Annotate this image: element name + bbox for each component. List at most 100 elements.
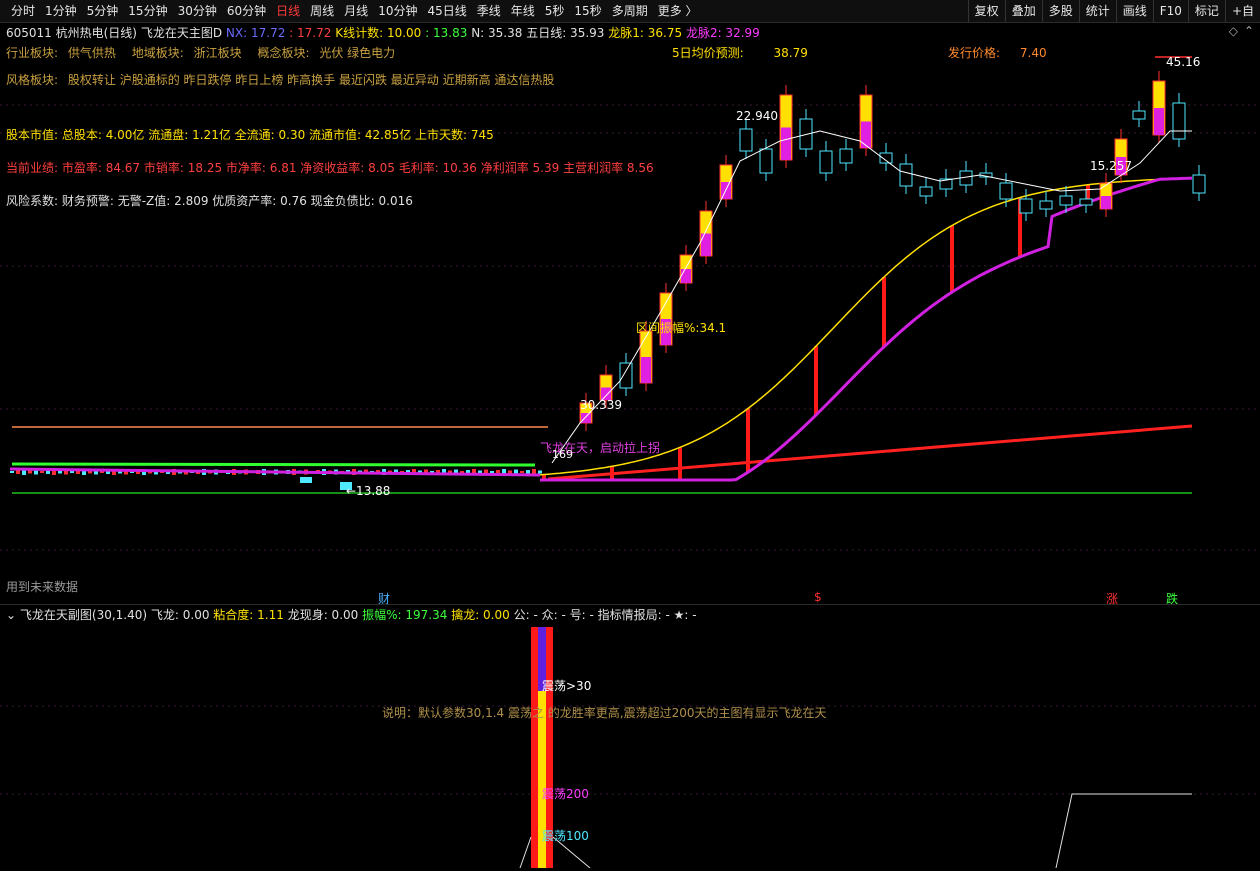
candle — [1019, 198, 1033, 214]
tab-period-8[interactable]: 月线 — [339, 0, 373, 22]
performance-info: 当前业绩: 市盈率: 84.67 市销率: 18.25 市净率: 6.81 净资… — [6, 161, 654, 175]
candle — [839, 148, 853, 164]
tab-period-9[interactable]: 10分钟 — [373, 0, 422, 22]
candle — [300, 477, 312, 483]
misc-values: 公: - 众: - 号: - 指标情报局: - ★: - — [513, 608, 697, 622]
risk-info: 风险系数: 财务预警: 无警-Z值: 2.809 优质资产率: 0.76 现金负… — [6, 194, 413, 208]
nx-label: NX: — [225, 26, 248, 40]
candle — [999, 182, 1013, 200]
tab-period-12[interactable]: 年线 — [506, 0, 540, 22]
kline-count: K线计数: 10.00 — [335, 26, 422, 40]
tool-button-4[interactable]: 画线 — [1115, 0, 1153, 22]
tab-period-4[interactable]: 30分钟 — [173, 0, 222, 22]
sub-chart[interactable]: ⌄ 飞龙在天副图(30,1.40) 飞龙: 0.00 粘合度: 1.11 龙现身… — [0, 604, 1260, 869]
tab-period-16[interactable]: 更多 〉 — [653, 0, 703, 22]
tab-period-15[interactable]: 多周期 — [607, 0, 653, 22]
moving-average-line — [551, 130, 1192, 464]
tab-period-7[interactable]: 周线 — [305, 0, 339, 22]
small-candle — [40, 471, 44, 473]
tab-period-10[interactable]: 45日线 — [422, 0, 471, 22]
oscillation-line — [519, 793, 1192, 869]
tab-period-5[interactable]: 60分钟 — [222, 0, 271, 22]
future-data-note: 用到未来数据 — [6, 580, 79, 594]
low-price-label: ←13.88 — [346, 484, 391, 498]
small-candle — [508, 470, 512, 474]
candle — [759, 148, 773, 174]
candle — [919, 186, 933, 197]
dollar-mark[interactable]: $ — [814, 590, 822, 604]
collapse-icon[interactable]: ⌃ — [1244, 24, 1254, 38]
sub-chart-svg[interactable] — [0, 605, 1260, 869]
price-label-22: 22.940 — [736, 109, 778, 123]
industry-value[interactable]: 供气供热 — [68, 46, 116, 60]
candle-fill — [641, 357, 651, 383]
stock-title: 605011 杭州热电(日线) — [6, 26, 137, 40]
dragon-appear-value: 龙现身: 0.00 — [287, 608, 359, 622]
high-price-label: 45.16 — [1166, 55, 1201, 69]
indicator-name[interactable]: 飞龙在天主图D — [141, 26, 222, 40]
catch-dragon-value: 擒龙: 0.00 — [451, 608, 510, 622]
tab-period-6[interactable]: 日线 — [271, 0, 305, 22]
candle — [619, 362, 633, 389]
tab-period-1[interactable]: 1分钟 — [40, 0, 82, 22]
candle-fill — [781, 127, 791, 160]
nx-value2: : 17.72 — [289, 26, 332, 40]
amplitude-value: 振幅%: 197.34 — [362, 608, 448, 622]
kline-svg[interactable] — [0, 23, 1260, 603]
tab-period-0[interactable]: 分时 — [6, 0, 40, 22]
sub-indicator-name[interactable]: 飞龙在天副图(30,1.40) — [20, 608, 147, 622]
style-value[interactable]: 股权转让 沪股通标的 昨日跌停 昨日上榜 昨高换手 最近闪跌 最近异动 近期新高… — [68, 73, 555, 87]
industry-label: 行业板块: — [6, 46, 59, 60]
style-label: 风格板块: — [6, 73, 59, 87]
oscillation-200-label: 震荡200 — [542, 787, 589, 801]
issue-value: 7.40 — [1019, 46, 1047, 60]
region-value[interactable]: 浙江板块 — [194, 46, 242, 60]
candle — [1192, 174, 1206, 194]
tab-period-11[interactable]: 季线 — [472, 0, 506, 22]
price-label-30: 30.339 — [580, 398, 622, 412]
tool-button-0[interactable]: 复权 — [967, 0, 1005, 22]
small-candle — [538, 470, 542, 474]
candle-fill — [1101, 196, 1111, 209]
period-toolbar: 分时 1分钟 5分钟 15分钟 30分钟 60分钟 日线 周线 月线 10分钟 45日线 季线 年线 5秒… — [0, 0, 1260, 23]
flying-value: 飞龙: 0.00 — [150, 608, 210, 622]
candle — [819, 150, 833, 174]
tool-button-5[interactable]: F10 — [1152, 0, 1188, 22]
candle-fill — [861, 121, 871, 148]
tool-button-1[interactable]: 叠加 — [1004, 0, 1042, 22]
tool-button-2[interactable]: 多股 — [1041, 0, 1079, 22]
concept-value[interactable]: 光伏 绿色电力 — [319, 46, 395, 60]
tab-period-14[interactable]: 15秒 — [569, 0, 606, 22]
collapse-sub-icon[interactable]: ⌄ — [6, 608, 16, 622]
forecast-value: 38.79 — [773, 46, 808, 60]
capital-info: 股本市值: 总股本: 4.00亿 流通盘: 1.21亿 全流通: 0.30 流通… — [6, 128, 494, 142]
candle — [1172, 102, 1186, 140]
main-chart[interactable]: 605011 杭州热电(日线) 飞龙在天主图D NX: 17.72 : 17.7… — [0, 23, 1260, 606]
concept-label: 概念板块: — [257, 46, 310, 60]
issue-label: 发行价格: — [948, 46, 1001, 60]
tab-period-2[interactable]: 5分钟 — [82, 0, 124, 22]
candle — [1079, 198, 1093, 206]
dragon-line-2: 龙脉2: 32.99 — [685, 26, 760, 40]
tab-period-13[interactable]: 5秒 — [540, 0, 570, 22]
tool-button-3[interactable]: 统计 — [1078, 0, 1116, 22]
forecast-label: 5日均价预测: — [672, 46, 744, 60]
candle — [1039, 200, 1053, 210]
candle — [879, 152, 893, 164]
small-candle — [10, 471, 14, 473]
candle — [1132, 110, 1146, 120]
tool-button-7[interactable]: +自 — [1224, 0, 1260, 22]
tab-period-3[interactable]: 15分钟 — [123, 0, 172, 22]
small-candle — [520, 471, 524, 473]
amplitude-label: 区间振幅%:34.1 — [636, 321, 727, 335]
candle — [1059, 195, 1073, 206]
candle — [739, 128, 753, 152]
diamond-icon[interactable]: ◇ — [1229, 24, 1238, 38]
candle-fill — [1154, 108, 1164, 135]
oscillation-30-label: 震荡>30 — [542, 679, 592, 693]
small-candle — [490, 471, 494, 473]
green-band-line — [11, 462, 536, 467]
tool-buttons: 复权 叠加 多股 统计 画线 F10 标记 +自 — [967, 0, 1260, 22]
dragon-line-1: 龙脉1: 36.75 — [608, 26, 683, 40]
tool-button-6[interactable]: 标记 — [1187, 0, 1225, 22]
